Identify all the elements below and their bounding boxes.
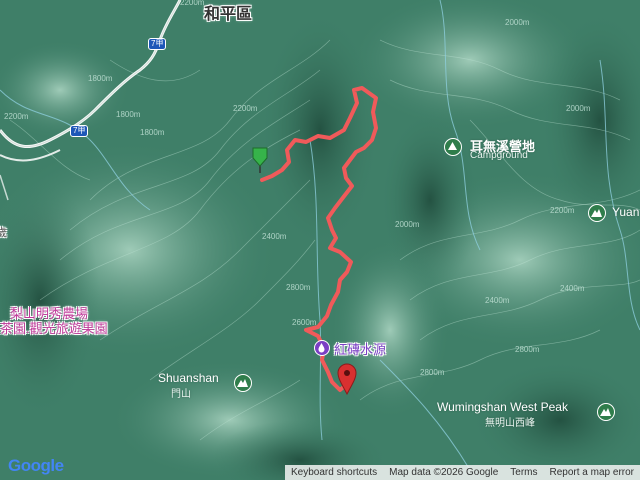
start-pin[interactable] — [250, 146, 270, 174]
google-logo: Google — [8, 456, 64, 476]
farm-label[interactable]: 茶園.觀光旅遊果園 — [0, 318, 108, 337]
map-data-credit: Map data ©2026 Google — [389, 467, 499, 478]
campground-subtitle: Campground — [470, 150, 528, 161]
contour-label: 2600m — [292, 318, 317, 327]
mountain-icon — [588, 204, 606, 222]
peak-name: Yuan — [612, 205, 640, 219]
contour-label: 2000m — [395, 220, 420, 229]
district-label: 和平區 — [204, 6, 253, 23]
contour-label: 1800m — [116, 110, 141, 119]
water-source-name: 紅磚水源 — [334, 342, 387, 357]
mountain-icon — [597, 403, 615, 421]
contour-label: 2200m — [180, 0, 205, 7]
contour-label: 1800m — [140, 128, 165, 137]
contour-label: 2800m — [420, 368, 445, 377]
attribution-bar: Keyboard shortcuts Map data ©2026 Google… — [284, 465, 640, 480]
contour-label: 2400m — [485, 296, 510, 305]
contour-label: 1800m — [88, 74, 113, 83]
contour-label: 2200m — [233, 104, 258, 113]
contour-label: 2400m — [262, 232, 287, 241]
keyboard-shortcuts-link[interactable]: Keyboard shortcuts — [285, 467, 383, 478]
contour-label: 2800m — [286, 283, 311, 292]
contour-label: 2400m — [560, 284, 585, 293]
end-pin[interactable] — [337, 363, 357, 396]
campground-icon — [444, 138, 462, 156]
google-logo-text: Google — [8, 456, 64, 475]
contour-label: 2200m — [4, 112, 29, 121]
contour-label: 2000m — [566, 104, 591, 113]
terms-link[interactable]: Terms — [504, 467, 543, 478]
peak-name-zh: 門山 — [171, 389, 191, 400]
contour-label: 2200m — [550, 206, 575, 215]
report-error-link[interactable]: Report a map error — [544, 467, 640, 478]
pin-icon — [252, 147, 268, 173]
contour-label: 2800m — [515, 345, 540, 354]
contour-label: 2000m — [505, 18, 530, 27]
peak-name: Shuanshan — [158, 371, 219, 385]
road-badge-7jia[interactable]: 7甲 — [148, 38, 167, 50]
peak-name-zh: 無明山西峰 — [485, 418, 535, 429]
peak-name: Wumingshan West Peak — [437, 400, 568, 414]
edge-label: 歲 — [0, 227, 7, 239]
mountain-icon — [234, 374, 252, 392]
water-source-icon — [314, 340, 330, 356]
pin-icon — [337, 363, 357, 396]
road-badge-7jia[interactable]: 7甲 — [70, 125, 89, 137]
